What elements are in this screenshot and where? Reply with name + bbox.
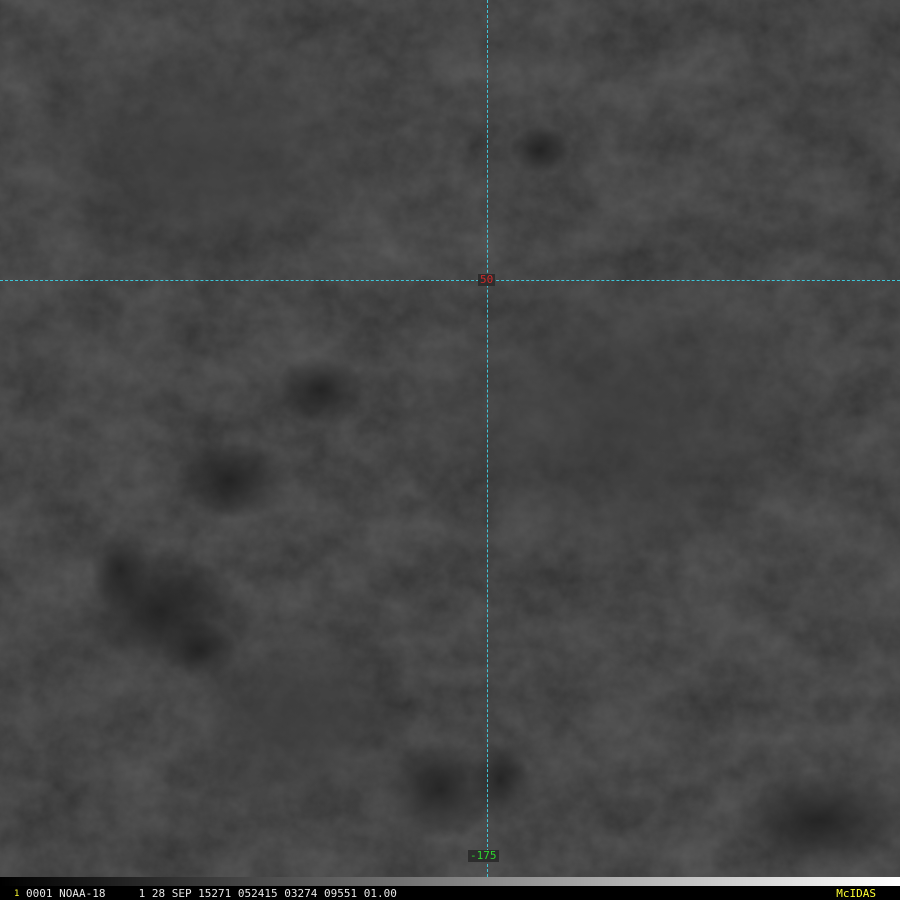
frame-number: 1 — [14, 889, 20, 899]
mcidas-brand-label: McIDAS — [836, 887, 876, 900]
grayscale-colorbar — [0, 877, 900, 886]
status-bar: 1 0001 NOAA-18 1 28 SEP 15271 052415 032… — [0, 886, 900, 900]
longitude-label: -175 — [468, 849, 499, 862]
satellite-cloud-image — [0, 0, 900, 877]
image-metadata-text: 0001 NOAA-18 1 28 SEP 15271 052415 03274… — [26, 887, 397, 900]
latitude-label: 50 — [478, 273, 496, 286]
satellite-frame: 50 -175 1 0001 NOAA-18 1 28 SEP 15271 05… — [0, 0, 900, 900]
